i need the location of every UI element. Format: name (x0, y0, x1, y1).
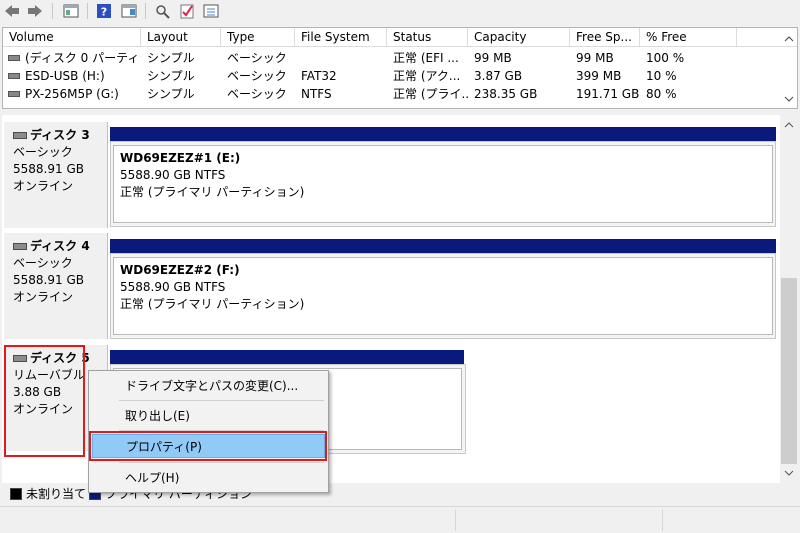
callout-properties (89, 431, 327, 461)
scrollbar-thumb[interactable] (781, 278, 797, 464)
partition-bar (110, 127, 776, 141)
column-header-type[interactable]: Type (221, 28, 295, 47)
toolbar: ? (0, 0, 800, 22)
column-header-free-space[interactable]: Free Sp... (570, 28, 640, 47)
drive-icon (8, 55, 20, 61)
unallocated-swatch (10, 488, 22, 500)
volume-list: Volume Layout Type File System Status Ca… (2, 27, 798, 109)
partition-bar (110, 350, 464, 364)
column-header-layout[interactable]: Layout (141, 28, 221, 47)
drive-icon (8, 73, 20, 79)
disk-3-label[interactable]: ディスク 3 ベーシック 5588.91 GB オンライン (4, 122, 108, 228)
checklist-icon[interactable] (178, 2, 196, 20)
column-header-percent-free[interactable]: % Free (640, 28, 737, 47)
drive-icon (8, 91, 20, 97)
disk-icon (13, 243, 27, 250)
forward-arrow-icon[interactable] (26, 2, 44, 20)
properties-list-icon[interactable] (202, 2, 220, 20)
svg-text:?: ? (101, 6, 107, 19)
partition-bar (110, 239, 776, 253)
menu-item-help[interactable]: ヘルプ(H) (92, 466, 325, 490)
menu-item-eject[interactable]: 取り出し(E) (92, 404, 325, 428)
column-header-volume[interactable]: Volume (3, 28, 141, 47)
list-scrollbar[interactable] (781, 30, 797, 108)
back-arrow-icon[interactable] (3, 2, 21, 20)
disk-4-label[interactable]: ディスク 4 ベーシック 5588.91 GB オンライン (4, 233, 108, 339)
console-tree-icon[interactable] (62, 2, 80, 20)
column-header-capacity[interactable]: Capacity (468, 28, 570, 47)
column-header-status[interactable]: Status (387, 28, 468, 47)
action-pane-icon[interactable] (120, 2, 138, 20)
partition-e[interactable]: WD69EZEZ#1 (E:) 5588.90 GB NTFS 正常 (プライマ… (113, 145, 773, 223)
column-header-file-system[interactable]: File System (295, 28, 387, 47)
menu-item-change-drive-letter[interactable]: ドライブ文字とパスの変更(C)... (92, 374, 325, 398)
status-bar (0, 506, 800, 533)
help-icon[interactable]: ? (95, 2, 113, 20)
disk-icon (13, 132, 27, 139)
callout-disk-5 (4, 345, 85, 457)
connect-icon[interactable] (153, 2, 171, 20)
partition-f[interactable]: WD69EZEZ#2 (F:) 5588.90 GB NTFS 正常 (プライマ… (113, 257, 773, 335)
